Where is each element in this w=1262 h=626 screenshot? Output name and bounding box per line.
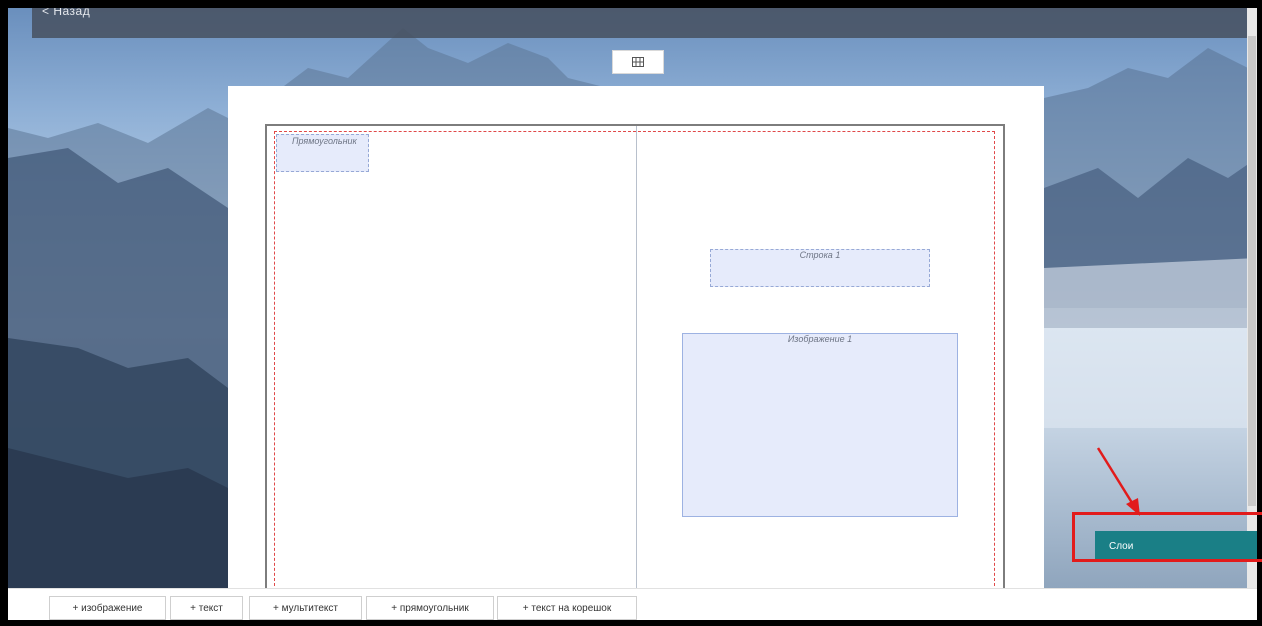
layers-button[interactable]: Слои: [1095, 531, 1257, 561]
grid-toggle-button[interactable]: [612, 50, 664, 74]
rectangle-layer[interactable]: Прямоугольник: [276, 134, 369, 172]
scrollbar[interactable]: [1247, 8, 1257, 588]
top-bar: < Назад: [32, 8, 1248, 38]
scroll-thumb[interactable]: [1248, 36, 1256, 506]
bottom-toolbar: + изображение + текст + мультитекст + пр…: [8, 588, 1257, 620]
add-text-button[interactable]: + текст: [170, 596, 243, 620]
image-layer[interactable]: Изображение 1: [682, 333, 958, 517]
back-link[interactable]: < Назад: [42, 8, 90, 18]
add-image-button[interactable]: + изображение: [49, 596, 166, 620]
page-canvas[interactable]: Прямоугольник Строка 1 Изображение 1: [228, 86, 1044, 591]
spread-border: Прямоугольник Строка 1 Изображение 1: [265, 124, 1005, 591]
add-rectangle-button[interactable]: + прямоугольник: [366, 596, 494, 620]
add-multitext-button[interactable]: + мультитекст: [249, 596, 362, 620]
text-line-layer[interactable]: Строка 1: [710, 249, 930, 287]
add-spine-text-button[interactable]: + текст на корешок: [497, 596, 637, 620]
grid-icon: [632, 57, 644, 67]
spine-line: [636, 126, 637, 590]
editor-window: < Назад Прямоугольник Строка 1 Изображен…: [8, 8, 1257, 620]
